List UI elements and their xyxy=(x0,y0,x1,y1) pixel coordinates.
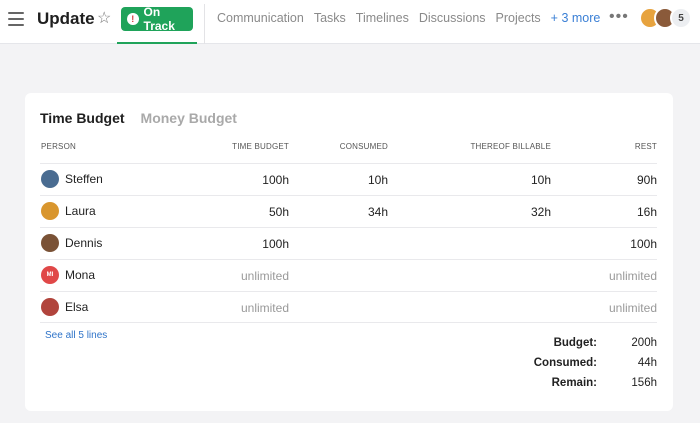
project-nav: Communication Tasks Timelines Discussion… xyxy=(217,11,600,25)
time-budget-cell: unlimited xyxy=(240,269,289,283)
table-row: Dennis 100h 100h xyxy=(40,227,657,259)
members-avatars[interactable]: 5 xyxy=(639,7,699,31)
hamburger-icon[interactable] xyxy=(8,11,24,27)
status-label: On Track xyxy=(143,5,175,33)
budget-label: Budget: xyxy=(553,337,597,349)
remain-value: 156h xyxy=(631,377,657,389)
budget-card: Time Budget Money Budget PERSON TIME BUD… xyxy=(25,93,673,411)
tab-discussions[interactable]: Discussions xyxy=(419,11,486,25)
time-budget-cell: unlimited xyxy=(240,301,289,315)
divider xyxy=(204,4,205,44)
person-name: Laura xyxy=(65,204,96,218)
time-budget-cell: 100h xyxy=(262,237,289,251)
table-row: Laura 50h 34h 32h 16h xyxy=(40,195,657,227)
table-row: Elsa unlimited unlimited xyxy=(40,291,657,323)
tab-money-budget[interactable]: Money Budget xyxy=(141,110,237,126)
member-count-badge: 5 xyxy=(670,7,692,29)
avatar: MI xyxy=(41,266,59,284)
person-name: Steffen xyxy=(65,172,103,186)
status-underline xyxy=(117,42,197,44)
consumed-cell: 10h xyxy=(367,173,388,187)
budget-value: 200h xyxy=(631,337,657,349)
budget-summary: Budget: 200h Consumed: 44h Remain: 156h xyxy=(517,337,657,397)
table-row: MI Mona unlimited unlimited xyxy=(40,259,657,291)
column-header-billable: THEREOF BILLABLE xyxy=(470,142,551,151)
column-header-consumed: CONSUMED xyxy=(339,142,388,151)
avatar xyxy=(41,170,59,188)
top-bar: Update ☆ ! On Track Communication Tasks … xyxy=(0,0,700,44)
summary-row-budget: Budget: 200h xyxy=(517,337,657,357)
billable-cell: 32h xyxy=(530,205,551,219)
summary-row-remain: Remain: 156h xyxy=(517,377,657,397)
time-budget-cell: 100h xyxy=(262,173,289,187)
consumed-value: 44h xyxy=(637,357,657,369)
rest-cell: unlimited xyxy=(608,301,657,315)
budget-table: Steffen 100h 10h 10h 90h Laura 50h 34h 3… xyxy=(40,163,657,323)
more-dots-icon[interactable]: ••• xyxy=(609,8,629,26)
time-budget-cell: 50h xyxy=(268,205,289,219)
rest-cell: 16h xyxy=(636,205,657,219)
person-name: Dennis xyxy=(65,236,103,250)
rest-cell: 90h xyxy=(636,173,657,187)
status-badge[interactable]: ! On Track xyxy=(121,5,193,33)
remain-label: Remain: xyxy=(551,377,597,389)
tab-timelines[interactable]: Timelines xyxy=(356,11,409,25)
consumed-cell: 34h xyxy=(367,205,388,219)
avatar xyxy=(41,234,59,252)
person-name: Elsa xyxy=(65,300,89,314)
column-header-rest: REST xyxy=(634,142,657,151)
tab-communication[interactable]: Communication xyxy=(217,11,304,25)
billable-cell: 10h xyxy=(530,173,551,187)
avatar xyxy=(41,202,59,220)
more-tabs-link[interactable]: + 3 more xyxy=(551,11,601,25)
tab-tasks[interactable]: Tasks xyxy=(314,11,346,25)
column-header-time-budget: TIME BUDGET xyxy=(232,142,289,151)
see-all-link[interactable]: See all 5 lines xyxy=(45,330,107,341)
summary-row-consumed: Consumed: 44h xyxy=(517,357,657,377)
column-header-person: PERSON xyxy=(41,142,76,151)
budget-tabs: Time Budget Money Budget xyxy=(40,110,237,126)
person-name: Mona xyxy=(65,268,96,282)
table-row: Steffen 100h 10h 10h 90h xyxy=(40,163,657,195)
table-header: PERSON TIME BUDGET CONSUMED THEREOF BILL… xyxy=(40,142,657,162)
rest-cell: 100h xyxy=(630,237,657,251)
avatar xyxy=(41,298,59,316)
alert-icon: ! xyxy=(127,13,139,25)
tab-projects[interactable]: Projects xyxy=(496,11,541,25)
tab-time-budget[interactable]: Time Budget xyxy=(40,110,125,126)
page-title: Update xyxy=(37,9,95,28)
star-icon[interactable]: ☆ xyxy=(97,9,111,29)
consumed-label: Consumed: xyxy=(533,357,597,369)
rest-cell: unlimited xyxy=(608,269,657,283)
